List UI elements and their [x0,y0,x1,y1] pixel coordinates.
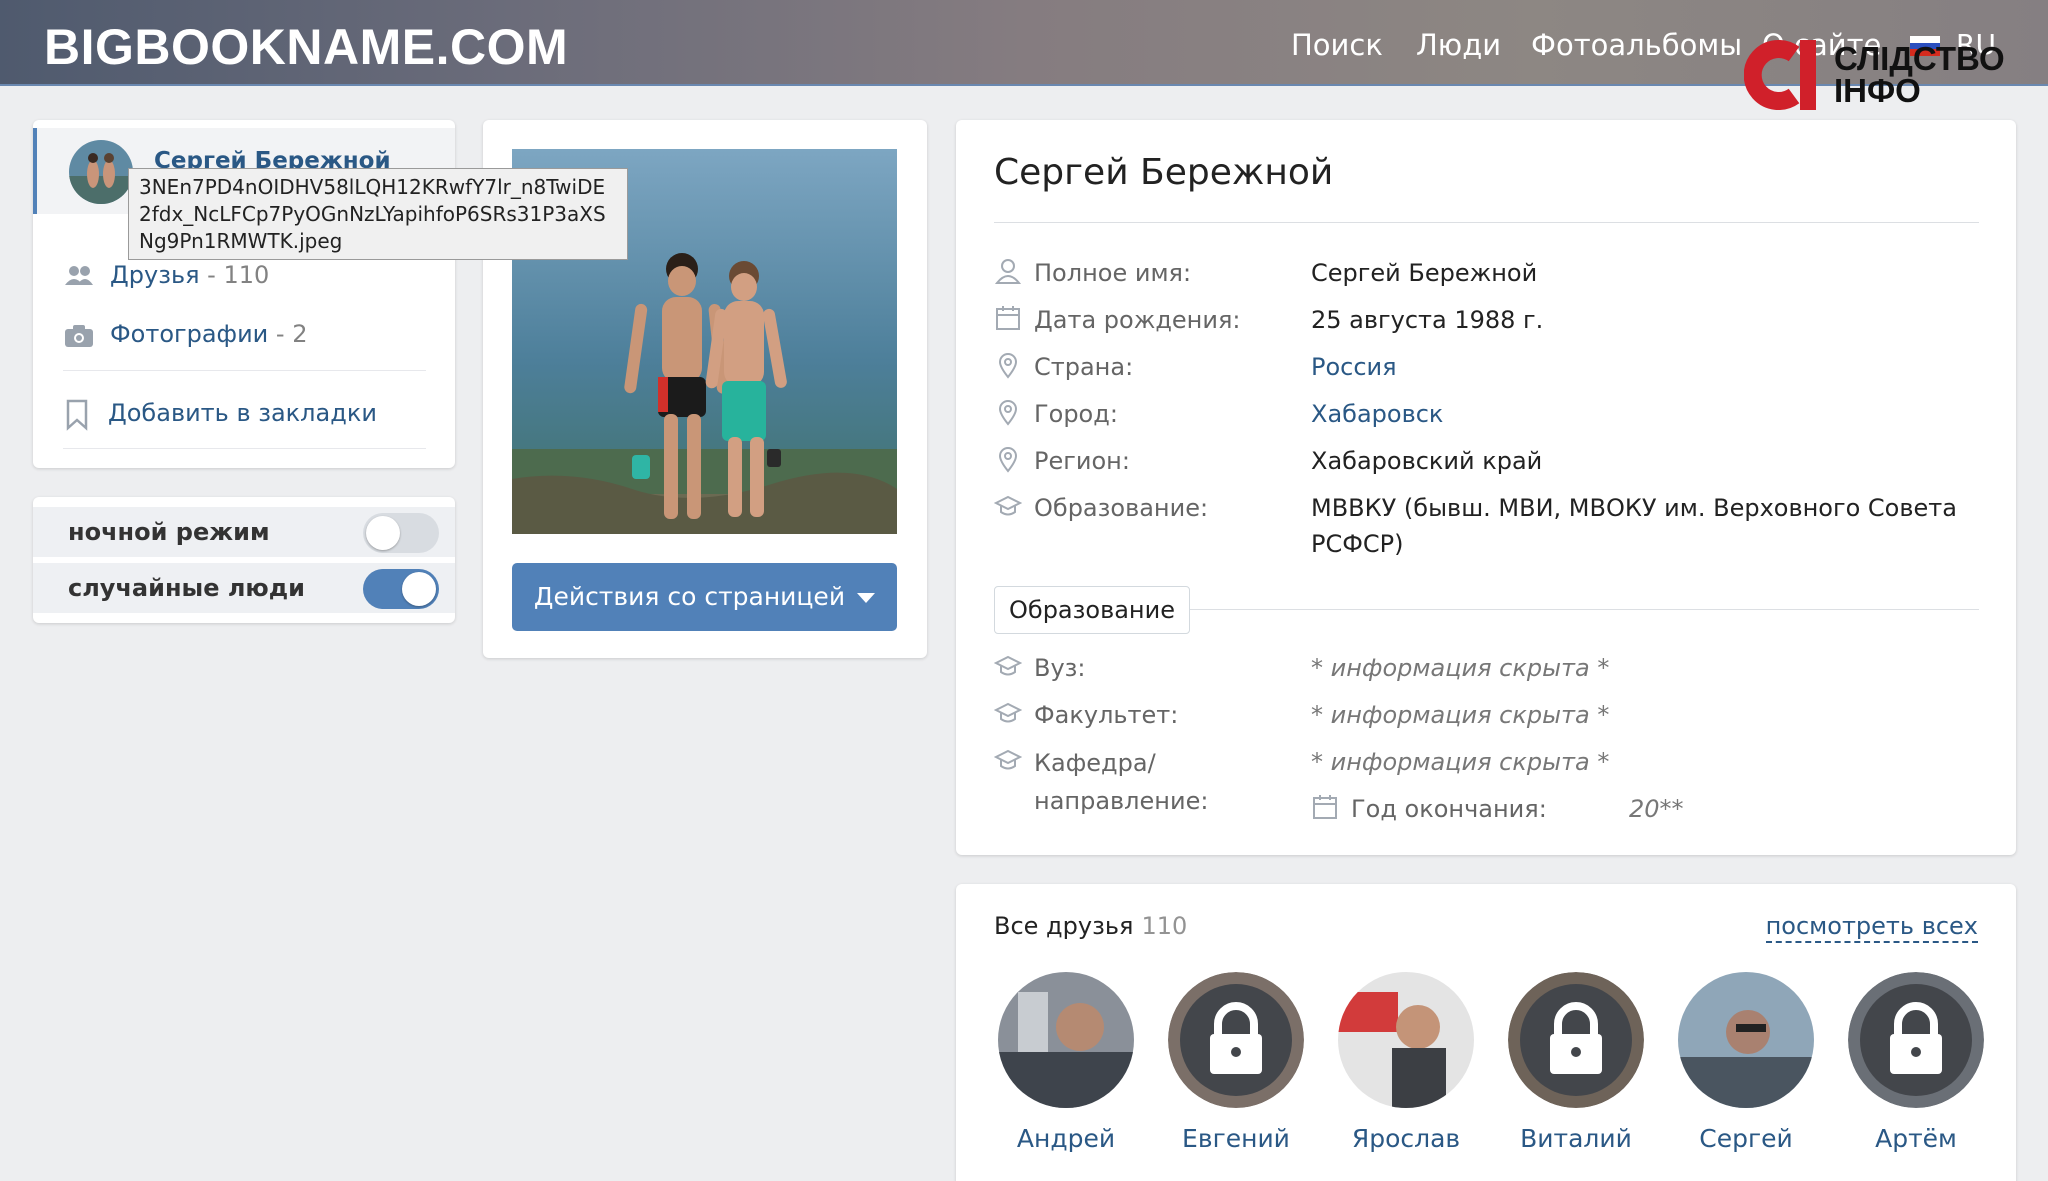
watermark-line2: ІНФО [1834,72,1921,109]
night-mode-label: ночной режим [68,518,270,546]
graduation-cap-icon [994,749,1022,770]
friend-avatar[interactable] [998,972,1134,1108]
graduation-year-value: 20** [1629,795,1684,823]
friend-item[interactable]: Андрей [996,972,1136,1153]
tab-education[interactable]: Образование [994,586,1190,634]
friend-name[interactable]: Андрей [996,1124,1136,1153]
nav-people[interactable]: Люди [1416,28,1501,62]
divider [63,448,426,449]
city-link[interactable]: Хабаровск [1311,396,1981,432]
page-actions-button[interactable]: Действия со страницей [512,563,897,631]
friend-item[interactable]: Виталий [1506,972,1646,1153]
friend-name[interactable]: Артём [1846,1124,1986,1153]
country-link[interactable]: Россия [1311,349,1981,385]
graduation-year-label: Год окончания: [1351,795,1547,823]
calendar-icon [1313,795,1337,819]
department-value: * информация скрыта * [1311,748,1610,776]
profile-menu-card: Сергей Бережной 3NEn7PD4nOIDHV58lLQH12KR… [33,120,628,468]
friends-title: Все друзья [994,912,1134,940]
friend-avatar[interactable] [1848,972,1984,1108]
avatar[interactable] [69,140,133,204]
friend-item[interactable]: Сергей [1676,972,1816,1153]
university-value: * информация скрыта * [1311,654,1610,682]
top-header: BIGBOOKNAME.COM Поиск Люди Фотоальбомы О… [0,0,2048,86]
calendar-icon [996,306,1020,330]
friend-avatar[interactable] [1508,972,1644,1108]
faculty-label: Факультет: [1034,701,1179,729]
settings-toggles-card: ночной режим случайные люди [33,497,455,623]
university-label: Вуз: [1034,654,1086,682]
full-name-value: Сергей Бережной [1311,259,1538,287]
nav-photo-albums[interactable]: Фотоальбомы [1531,28,1742,62]
camera-icon [65,325,93,347]
friend-item[interactable]: Артём [1846,972,1986,1153]
graduation-cap-icon [994,495,1022,516]
friend-name[interactable]: Евгений [1166,1124,1306,1153]
random-people-label: случайные люди [68,574,305,602]
nav-search[interactable]: Поиск [1291,28,1383,62]
page-actions-label: Действия со страницей [533,582,846,611]
city-label: Город: [1034,400,1118,428]
toggle-row-night-mode: ночной режим [33,507,455,557]
friend-name[interactable]: Ярослав [1336,1124,1476,1153]
birthdate-label: Дата рождения: [1034,306,1241,334]
faculty-value: * информация скрыта * [1311,701,1610,729]
see-all-friends-link[interactable]: посмотреть всех [1765,912,1978,943]
department-label: Кафедра/ направление: [1034,749,1209,815]
watermark-logo-icon [1744,40,1816,110]
friend-avatar[interactable] [1678,972,1814,1108]
site-logo[interactable]: BIGBOOKNAME.COM [44,18,568,76]
full-name-label: Полное имя: [1034,259,1192,287]
education-label: Образование: [1034,494,1209,522]
bookmark-icon [66,399,88,431]
friend-name[interactable]: Виталий [1506,1124,1646,1153]
location-pin-icon [998,353,1018,379]
divider [63,370,426,371]
caret-down-icon [857,593,876,603]
friend-avatar[interactable] [1168,972,1304,1108]
divider [1186,609,1979,610]
graduation-cap-icon [994,655,1022,676]
friends-heading: Все друзья 110 [994,912,1187,940]
page-title: Сергей Бережной [994,152,1334,193]
country-label: Страна: [1034,353,1134,381]
friend-avatar[interactable] [1338,972,1474,1108]
photos-count: - 2 [268,320,308,348]
birthdate-value: 25 августа 1988 г. [1311,306,1544,334]
friend-item[interactable]: Ярослав [1336,972,1476,1153]
watermark-line1: СЛІДСТВО [1834,40,2005,77]
friends-card: Все друзья 110 посмотреть всех Андрей Евг… [956,884,2016,1181]
friends-label: Друзья [110,261,200,289]
location-pin-icon [998,447,1018,473]
profile-info-card: Сергей Бережной Полное имя: Сергей Береж… [956,120,2016,855]
friends-count: - 110 [199,261,270,289]
friends-total: 110 [1141,912,1188,940]
bookmark-label: Добавить в закладки [108,399,377,427]
toggle-row-random-people: случайные люди [33,563,455,613]
slidstvo-info-watermark: СЛІДСТВО ІНФО [1744,40,2014,114]
filename-tooltip: 3NEn7PD4nOIDHV58lLQH12KRwfY7lr_n8TwiDE2f… [128,168,628,260]
friends-icon [65,266,93,285]
user-icon [994,259,1022,284]
photos-label: Фотографии [110,320,269,348]
night-mode-switch[interactable] [363,513,439,553]
friend-item[interactable]: Евгений [1166,972,1306,1153]
education-value: МВВКУ (бывш. МВИ, МВОКУ им. Верховного С… [1311,494,1957,558]
friend-name[interactable]: Сергей [1676,1124,1816,1153]
divider [994,222,1979,223]
graduation-cap-icon [994,702,1022,723]
region-label: Регион: [1034,447,1130,475]
random-people-switch[interactable] [363,569,439,609]
region-value: Хабаровский край [1311,447,1543,475]
location-pin-icon [998,400,1018,426]
